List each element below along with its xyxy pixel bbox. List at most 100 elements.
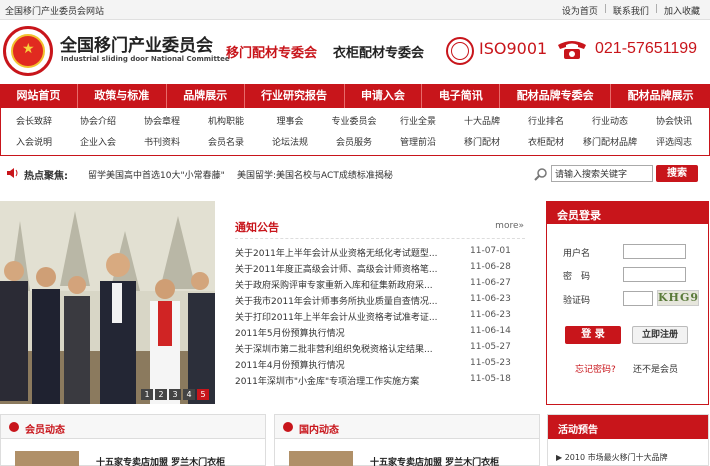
subnav-link[interactable]: 理事会 (259, 111, 321, 133)
notice-item[interactable]: 关于打印2011年上半年会计从业资格考试准考证... 11-06-23 (235, 310, 525, 326)
set-homepage-link[interactable]: 设为首页 (556, 4, 604, 17)
notice-item-title[interactable]: 关于政府采购评审专家重新入库和征集新政府采... (235, 278, 433, 291)
domestic-news-headline[interactable]: 十五家专卖店加盟 罗兰木门衣柜 (370, 455, 499, 466)
notice-item-title[interactable]: 2011年5月份预算执行情况 (235, 326, 345, 339)
notice-item-title[interactable]: 2011年4月份预算执行情况 (235, 358, 345, 371)
notice-item[interactable]: 2011年4月份预算执行情况 11-05-23 (235, 358, 525, 374)
notice-item-title[interactable]: 关于打印2011年上半年会计从业资格考试准考证... (235, 310, 438, 323)
slideshow-pager: 1 2 3 4 5 (141, 389, 209, 400)
subnav-link[interactable]: 会员服务 (323, 132, 385, 154)
news-thumbnail[interactable] (15, 451, 79, 466)
not-member-link[interactable]: 还不是会员 (633, 362, 678, 375)
slide-dot-active[interactable]: 5 (197, 389, 209, 400)
notice-item[interactable]: 2011年5月份预算执行情况 11-06-14 (235, 326, 525, 342)
top-bar: 全国移门产业委员会网站 设为首页 | 联系我们 | 加入收藏 (0, 0, 710, 20)
subnav-link[interactable]: 行业动态 (579, 111, 641, 133)
nav-research[interactable]: 行业研究报告 (245, 84, 345, 108)
nav-brand-showcase[interactable]: 配材品牌展示 (611, 84, 710, 108)
subnav-link[interactable]: 入会说明 (3, 132, 65, 154)
contact-us-link[interactable]: 联系我们 (607, 4, 655, 17)
subnav-link[interactable]: 行业全景 (387, 111, 449, 133)
subnav-link[interactable]: 专业委员会 (323, 111, 385, 133)
slide-dot[interactable]: 2 (155, 389, 167, 400)
notice-item[interactable]: 关于政府采购评审专家重新入库和征集新政府采... 11-06-27 (235, 278, 525, 294)
captcha-input[interactable] (623, 291, 653, 306)
subnav-link[interactable]: 十大品牌 (451, 111, 513, 133)
search-input[interactable] (551, 165, 653, 182)
main-nav: 网站首页 政策与标准 品牌展示 行业研究报告 申请入会 电子简讯 配材品牌专委会… (0, 84, 710, 108)
notice-item-date: 11-05-18 (470, 374, 511, 384)
username-input[interactable] (623, 244, 686, 259)
captcha-image[interactable]: KHG9 (657, 290, 699, 306)
nav-policy[interactable]: 政策与标准 (78, 84, 167, 108)
activity-item[interactable]: ▶ 2010 市场最火移门十大品牌 (556, 452, 668, 463)
subnav-link[interactable]: 移门配材 (451, 132, 513, 154)
notice-item-title[interactable]: 关于我市2011年会计师事务所执业质量自查情况... (235, 294, 438, 307)
activity-item-text[interactable]: 2010 市场最火移门十大品牌 (565, 453, 668, 462)
notice-item-date: 11-06-23 (470, 294, 511, 304)
subnav-link[interactable]: 企业入会 (67, 132, 129, 154)
subnav-link[interactable]: 机构职能 (195, 111, 257, 133)
notice-item-date: 11-06-23 (470, 310, 511, 320)
subnav-link[interactable]: 书刊资料 (131, 132, 193, 154)
subnav-link[interactable]: 管理前沿 (387, 132, 449, 154)
notice-item-date: 11-06-28 (470, 262, 511, 272)
subnav-link[interactable]: 协会章程 (131, 111, 193, 133)
subnav-link[interactable]: 会员名录 (195, 132, 257, 154)
subnav-link[interactable]: 行业排名 (515, 111, 577, 133)
activity-preview-panel: 活动预告 ▶ 2010 市场最火移门十大品牌 (547, 414, 709, 466)
news-slideshow[interactable]: 1 2 3 4 5 (0, 201, 215, 404)
login-button[interactable]: 登 录 (565, 326, 621, 344)
nav-brands[interactable]: 品牌展示 (167, 84, 245, 108)
captcha-label: 验证码 (563, 296, 591, 306)
notice-more-link[interactable]: more» (495, 221, 524, 231)
committee-sliding-door[interactable]: 移门配材专委会 (226, 42, 317, 61)
top-links: 设为首页 | 联系我们 | 加入收藏 (556, 4, 706, 17)
notice-item[interactable]: 关于2011年度正高级会计师、高级会计师资格笔... 11-06-28 (235, 262, 525, 278)
member-news-title: 会员动态 (25, 425, 65, 436)
committee-wardrobe[interactable]: 衣柜配材专委会 (333, 42, 424, 61)
login-header: 会员登录 (547, 202, 708, 224)
hot-news-link[interactable]: 美国留学:美国名校与ACT成绩标准揭秘 (237, 168, 393, 181)
notice-item-title[interactable]: 关于深圳市第二批非营利组织免税资格认定结果... (235, 342, 433, 355)
nav-home[interactable]: 网站首页 (0, 84, 78, 108)
notice-item[interactable]: 关于2011年上半年会计从业资格无纸化考试题型... 11-07-01 (235, 246, 525, 262)
iso-label: ISO9001 (479, 39, 548, 58)
password-input[interactable] (623, 267, 686, 282)
member-news-headline[interactable]: 十五家专卖店加盟 罗兰木门衣柜 (96, 455, 225, 466)
nav-brand-committee[interactable]: 配材品牌专委会 (500, 84, 612, 108)
search-button[interactable]: 搜索 (656, 165, 698, 182)
slide-dot[interactable]: 1 (141, 389, 153, 400)
subnav-link[interactable]: 移门配材品牌 (579, 132, 641, 154)
notice-item[interactable]: 关于我市2011年会计师事务所执业质量自查情况... 11-06-23 (235, 294, 525, 310)
subnav-link[interactable]: 衣柜配材 (515, 132, 577, 154)
subnav-link[interactable]: 会长致辞 (3, 111, 65, 133)
slide-dot[interactable]: 3 (169, 389, 181, 400)
notice-item[interactable]: 关于深圳市第二批非营利组织免税资格认定结果... 11-05-27 (235, 342, 525, 358)
subnav-link[interactable]: 协会快讯 (643, 111, 705, 133)
logo-icon[interactable]: ★ (3, 26, 53, 76)
notice-item-title[interactable]: 2011年深圳市"小金库"专项治理工作实施方案 (235, 374, 419, 387)
slide-dot[interactable]: 4 (183, 389, 195, 400)
username-label: 用户名 (563, 249, 591, 259)
nav-newsletter[interactable]: 电子简讯 (422, 84, 501, 108)
notice-item-title[interactable]: 关于2011年上半年会计从业资格无纸化考试题型... (235, 246, 438, 259)
hot-focus-label: 热点聚焦: (24, 171, 68, 182)
notice-item[interactable]: 2011年深圳市"小金库"专项治理工作实施方案 11-05-18 (235, 374, 525, 390)
divider (235, 238, 525, 239)
notice-item-title[interactable]: 关于2011年度正高级会计师、高级会计师资格笔... (235, 262, 438, 275)
forgot-password-link[interactable]: 忘记密码? (575, 362, 616, 375)
subnav-link[interactable]: 论坛法规 (259, 132, 321, 154)
iso-seal-icon (446, 37, 474, 65)
panel-header: 活动预告 (548, 415, 708, 439)
slideshow-photo (0, 201, 215, 404)
login-title: 会员登录 (557, 209, 601, 222)
nav-join[interactable]: 申请入会 (345, 84, 423, 108)
add-favorite-link[interactable]: 加入收藏 (658, 4, 706, 17)
news-thumbnail[interactable] (289, 451, 353, 466)
notice-item-date: 11-06-27 (470, 278, 511, 288)
register-button[interactable]: 立即注册 (632, 326, 688, 344)
hot-news-link[interactable]: 留学美国高中首选10大"小常春藤" (88, 168, 225, 181)
subnav-link[interactable]: 协会介绍 (67, 111, 129, 133)
subnav-link[interactable]: 评选闯志 (643, 132, 705, 154)
